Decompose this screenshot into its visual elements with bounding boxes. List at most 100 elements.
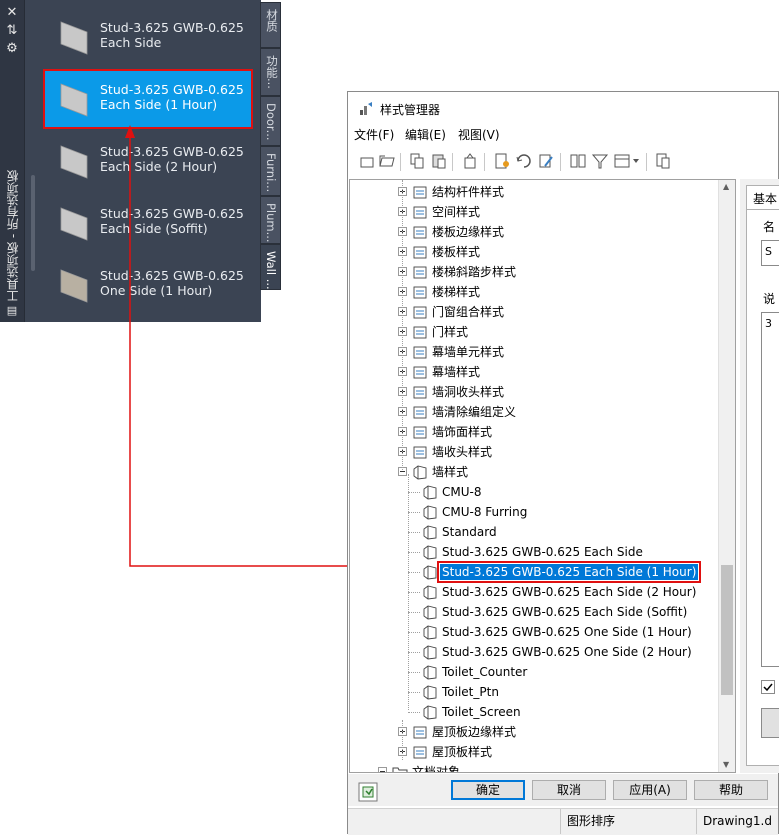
status-drawing: Drawing1.d (696, 809, 778, 834)
dialog-button-bar: 确定 取消 应用(A) 帮助 (348, 774, 778, 806)
auto-hide-icon[interactable]: ⇅ (4, 24, 20, 38)
paste-icon[interactable] (430, 152, 448, 170)
palette-tab[interactable]: Door... (260, 96, 281, 146)
wall-icon (423, 565, 437, 580)
tree-item-label: Toilet_Screen (442, 705, 521, 719)
name-label: 名 (763, 220, 776, 234)
wall-icon (423, 625, 437, 640)
menu-view[interactable]: 视图(V) (458, 126, 500, 143)
menu-edit[interactable]: 编辑(E) (405, 126, 446, 143)
tree-expander-minus-icon[interactable] (378, 767, 387, 772)
tree-item-label: Stud-3.625 GWB-0.625 One Side (1 Hour) (442, 625, 692, 639)
scroll-up-icon[interactable]: ▲ (723, 182, 729, 191)
tree-connector (408, 592, 420, 593)
ok-button[interactable]: 确定 (451, 780, 525, 800)
tab-general[interactable]: 基本 (746, 185, 779, 211)
tree-vertical-scrollbar[interactable]: ▲ ▼ (718, 180, 735, 772)
properties-body: 名 S 说 3 (746, 209, 779, 766)
palette-tool-label: Stud-3.625 GWB-0.625 One Side (1 Hour) (100, 268, 244, 298)
toggle-view-icon[interactable] (569, 152, 587, 170)
style-manager-window: 样式管理器 文件(F) 编辑(E) 视图(V) 结构杆件样式 空间样式 楼板边缘样式… (347, 91, 779, 835)
roof-slab-edge-icon (413, 726, 427, 739)
scroll-thumb[interactable] (721, 565, 733, 695)
palette-tool-item[interactable]: Stud-3.625 GWB-0.625 Each Side (44, 8, 252, 66)
palette-tool-variant: Each Side (1 Hour) (100, 97, 218, 112)
palette-tab[interactable]: 功能... (260, 48, 281, 96)
wall-icon (423, 545, 437, 560)
palette-menu-icon[interactable]: ▤ (4, 304, 20, 318)
palette-title: 工具选项板 - 所有选项板 (6, 170, 20, 302)
apply-button[interactable]: 应用(A) (613, 780, 687, 800)
name-field[interactable]: S (761, 240, 779, 266)
palette-tab[interactable]: Furni... (260, 146, 281, 196)
status-sort: 图形排序 (560, 809, 696, 834)
tree-guide-line (402, 180, 403, 470)
title-bar: 样式管理器 (348, 92, 778, 124)
toolbar-separator (400, 153, 401, 171)
palette-tab[interactable]: 材质 (260, 2, 281, 48)
dock-toggle-icon[interactable] (358, 782, 378, 802)
palette-tool-label: Stud-3.625 GWB-0.625 Each Side (1 Hour) (100, 82, 244, 112)
synchronize-icon[interactable] (654, 152, 672, 170)
space-style-icon (413, 206, 427, 219)
palette-content: Stud-3.625 GWB-0.625 Each Side Stud-3.625 … (24, 0, 260, 322)
toolbar-separator (560, 153, 561, 171)
stair-winder-style-icon (413, 266, 427, 279)
tree-item-label: Stud-3.625 GWB-0.625 One Side (2 Hour) (442, 645, 692, 659)
palette-tool-label: Stud-3.625 GWB-0.625 Each Side (100, 20, 244, 50)
checkbox[interactable] (761, 680, 775, 694)
help-button[interactable]: 帮助 (694, 780, 768, 800)
palette-tool-item[interactable]: Stud-3.625 GWB-0.625 Each Side (2 Hour) (44, 132, 252, 190)
tree-connector (408, 712, 420, 713)
description-field[interactable]: 3 (761, 312, 779, 667)
tree-connector (408, 632, 420, 633)
cancel-button[interactable]: 取消 (532, 780, 606, 800)
wall-tool-icon (60, 83, 88, 117)
tree-connector (408, 512, 420, 513)
palette-tab[interactable]: Plum... (260, 196, 281, 244)
new-style-icon[interactable] (493, 152, 511, 170)
gear-icon[interactable]: ⚙ (4, 42, 20, 56)
palette-tool-item[interactable]: Stud-3.625 GWB-0.625 Each Side (1 Hour) (43, 69, 253, 129)
open-drawing-icon[interactable] (378, 152, 396, 170)
palette-tool-item[interactable]: Stud-3.625 GWB-0.625 One Side (1 Hour) (44, 256, 252, 314)
palette-tool-variant: Each Side (100, 35, 162, 50)
tree-item-label: 门窗组合样式 (432, 305, 505, 319)
toolbar-separator (452, 153, 453, 171)
wall-icon (423, 645, 437, 660)
edit-style-icon[interactable] (537, 152, 555, 170)
menu-bar: 文件(F) 编辑(E) 视图(V) (348, 124, 778, 144)
toolbar-separator (646, 153, 647, 171)
tree-connector (408, 532, 420, 533)
purge-icon[interactable] (461, 152, 479, 170)
tree-item-label: Stud-3.625 GWB-0.625 Each Side (2 Hour) (442, 585, 697, 599)
palette-tool-variant: Each Side (2 Hour) (100, 159, 218, 174)
palette-tab[interactable]: Wall ... (260, 244, 281, 290)
tree-item-label: Standard (442, 525, 497, 539)
menu-file[interactable]: 文件(F) (354, 126, 394, 143)
inspect-dropdown-icon[interactable] (613, 152, 641, 170)
tree-item-label: 墙样式 (432, 465, 469, 479)
scroll-down-icon[interactable]: ▼ (723, 760, 729, 769)
wall-icon (423, 585, 437, 600)
window-title: 样式管理器 (380, 103, 441, 117)
palette-tabs: 材质 功能... Door... Furni... Plum... Wall ... (260, 0, 281, 295)
palette-tab-label: Wall ... (264, 251, 278, 290)
tree-item-label: 文档对象 (412, 765, 461, 773)
palette-tool-item[interactable]: Stud-3.625 GWB-0.625 Each Side (Soffit) (44, 194, 252, 252)
wall-icon (423, 605, 437, 620)
new-drawing-icon[interactable] (358, 152, 376, 170)
set-from-icon[interactable] (515, 152, 533, 170)
palette-side-strip: ✕ ⇅ ⚙ 工具选项板 - 所有选项板 ▤ (0, 0, 25, 322)
tree-item-label: 结构杆件样式 (432, 185, 505, 199)
style-manager-icon (360, 102, 372, 115)
door-style-icon (413, 326, 427, 339)
filter-icon[interactable] (591, 152, 609, 170)
tree-item-label: CMU-8 (442, 485, 482, 499)
properties-button[interactable] (761, 708, 779, 738)
status-bar: 图形排序 Drawing1.d (348, 808, 778, 835)
wall-opening-endcap-icon (413, 386, 427, 399)
close-icon[interactable]: ✕ (4, 6, 20, 20)
tree-item-label: Toilet_Ptn (442, 685, 499, 699)
copy-icon[interactable] (408, 152, 426, 170)
